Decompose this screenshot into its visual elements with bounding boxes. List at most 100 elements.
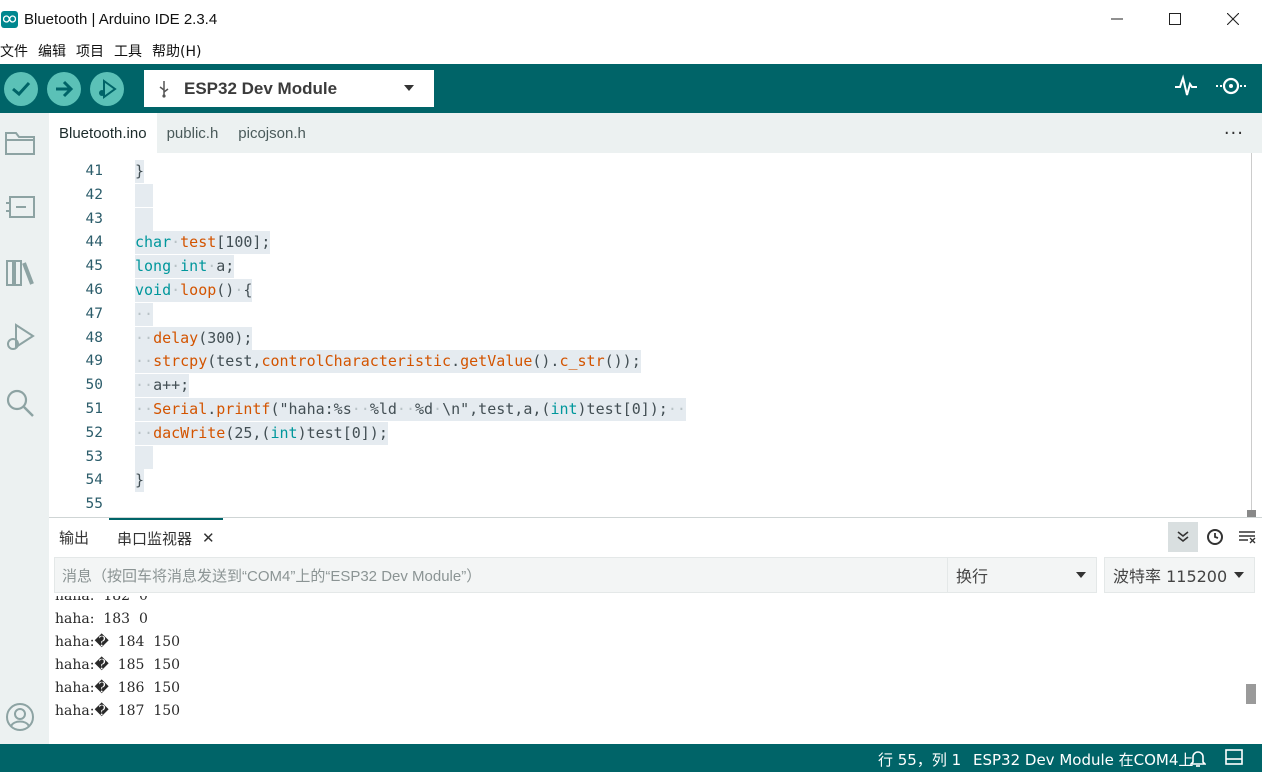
menu-sketch[interactable]: 项目 bbox=[76, 41, 112, 61]
menu-help[interactable]: 帮助(H) bbox=[152, 41, 209, 61]
serial-output-line: haha:� 186 150 bbox=[55, 680, 181, 696]
code-line: ··a++; bbox=[135, 374, 190, 398]
line-number: 47 bbox=[85, 305, 103, 322]
debug-button[interactable] bbox=[90, 71, 124, 106]
tab-serial-monitor-label: 串口监视器 bbox=[117, 529, 193, 548]
menu-bar: 文件 编辑 项目 工具 帮助(H) bbox=[0, 38, 1262, 64]
boards-manager-icon[interactable] bbox=[2, 189, 38, 225]
serial-output-line: haha:� 185 150 bbox=[55, 657, 181, 673]
code-line bbox=[135, 445, 154, 469]
line-number: 55 bbox=[85, 496, 103, 513]
serial-output-line: haha:� 187 150 bbox=[55, 703, 181, 719]
code-line bbox=[135, 183, 154, 207]
code-line: } bbox=[135, 469, 145, 493]
code-line: } bbox=[135, 160, 145, 183]
chevron-down-icon bbox=[404, 85, 414, 91]
editor-scrollbar[interactable] bbox=[1247, 153, 1256, 518]
board-selector[interactable]: ESP32 Dev Module bbox=[144, 70, 434, 107]
menu-file[interactable]: 文件 bbox=[0, 41, 36, 61]
status-bar: 行 55，列 1 ESP32 Dev Module 在COM4上 bbox=[0, 744, 1262, 772]
line-number: 48 bbox=[85, 329, 103, 346]
bottom-panel-tabs: 输出 串口监视器 ✕ bbox=[49, 518, 1262, 556]
verify-button[interactable] bbox=[4, 71, 38, 106]
activity-bar bbox=[0, 113, 49, 744]
title-bar: Bluetooth | Arduino IDE 2.3.4 bbox=[0, 0, 1262, 38]
line-number: 43 bbox=[85, 210, 103, 227]
line-number: 41 bbox=[85, 163, 103, 179]
serial-output-line: haha: 182 0 bbox=[55, 596, 148, 604]
window-title: Bluetooth | Arduino IDE 2.3.4 bbox=[24, 10, 218, 28]
line-number: 44 bbox=[85, 234, 103, 251]
code-editor[interactable]: 40 41 42 43 44 45 46 47 48 49 50 51 52 53 54 55 } char… bbox=[49, 153, 1262, 518]
account-icon[interactable] bbox=[2, 699, 38, 735]
message-row: 消息（按回车将消息发送到“COM4”上的“ESP32 Dev Module”） … bbox=[49, 556, 1262, 596]
code-line: ··strcpy(test,controlCharacteristic.getV… bbox=[135, 350, 641, 374]
sketchbook-folder-icon[interactable] bbox=[2, 125, 38, 161]
serial-plotter-icon[interactable] bbox=[1174, 74, 1198, 98]
code-line: long·int·a; bbox=[135, 255, 235, 279]
code-line: void·loop()·{ bbox=[135, 279, 253, 302]
line-number: 45 bbox=[85, 258, 103, 275]
tab-picojson-h[interactable]: picojson.h bbox=[228, 113, 316, 153]
tab-serial-monitor[interactable]: 串口监视器 ✕ bbox=[109, 518, 223, 556]
line-number: 51 bbox=[85, 401, 103, 417]
board-port-status: ESP32 Dev Module 在COM4上 bbox=[973, 751, 1194, 769]
code-line: char·test[100]; bbox=[135, 231, 271, 255]
serial-output[interactable]: haha: 182 0 haha: 183 0 haha:� 184 150 haha… bbox=[49, 596, 1262, 744]
double-chevron-down-icon bbox=[1177, 531, 1189, 543]
line-number-gutter: 40 41 42 43 44 45 46 47 48 49 50 51 52 53 54 55 bbox=[49, 153, 109, 518]
serial-output-line: haha: 183 0 bbox=[55, 611, 148, 627]
menu-edit[interactable]: 编辑 bbox=[38, 41, 74, 61]
line-number: 53 bbox=[85, 448, 103, 465]
code-line: ··Serial.printf("haha:%s··%ld··%d·\n",te… bbox=[135, 398, 686, 421]
serial-output-line: haha:� 184 150 bbox=[55, 634, 181, 650]
board-name: ESP32 Dev Module bbox=[184, 78, 338, 98]
output-scrollbar-thumb[interactable] bbox=[1246, 684, 1256, 704]
line-number: 50 bbox=[85, 377, 103, 394]
usb-icon bbox=[158, 80, 170, 98]
chevron-down-icon bbox=[1076, 572, 1086, 578]
tab-public-h[interactable]: public.h bbox=[157, 113, 229, 153]
clear-icon bbox=[1239, 531, 1256, 544]
baud-rate-value: 波特率 115200 bbox=[1113, 567, 1228, 586]
close-icon[interactable]: ✕ bbox=[202, 529, 215, 547]
toggle-panel-icon[interactable] bbox=[1225, 749, 1243, 769]
upload-button[interactable] bbox=[47, 71, 81, 106]
clock-icon bbox=[1207, 529, 1223, 545]
message-input[interactable]: 消息（按回车将消息发送到“COM4”上的“ESP32 Dev Module”） bbox=[54, 557, 994, 593]
notification-bell-icon[interactable] bbox=[1189, 749, 1207, 771]
debug-icon bbox=[99, 78, 117, 99]
line-ending-value: 换行 bbox=[956, 567, 989, 586]
minimize-button[interactable] bbox=[1088, 0, 1146, 38]
code-line bbox=[135, 207, 154, 231]
line-number: 46 bbox=[85, 282, 103, 298]
toolbar: ESP32 Dev Module bbox=[0, 64, 1262, 113]
tab-output-label: 输出 bbox=[59, 528, 90, 547]
line-number: 54 bbox=[85, 472, 103, 489]
cursor-position: 行 55，列 1 bbox=[878, 751, 962, 769]
tab-output[interactable]: 输出 bbox=[59, 518, 89, 556]
timestamp-toggle[interactable] bbox=[1200, 522, 1230, 552]
arduino-logo-icon bbox=[1, 10, 18, 28]
more-options-icon[interactable]: ··· bbox=[1224, 123, 1244, 144]
autoscroll-toggle[interactable] bbox=[1168, 522, 1198, 552]
line-number: 49 bbox=[85, 353, 103, 370]
line-number: 40 bbox=[53, 153, 103, 157]
debug-panel-icon[interactable] bbox=[2, 319, 38, 355]
library-manager-icon[interactable] bbox=[2, 254, 38, 290]
baud-rate-select[interactable]: 波特率 115200 bbox=[1104, 557, 1255, 593]
menu-tools[interactable]: 工具 bbox=[114, 41, 150, 61]
arrow-right-icon bbox=[56, 80, 74, 97]
code-line: ·· bbox=[135, 302, 154, 326]
line-number: 42 bbox=[85, 186, 103, 203]
serial-monitor-icon[interactable] bbox=[1216, 74, 1248, 98]
tab-bluetooth-ino[interactable]: Bluetooth.ino bbox=[49, 113, 157, 153]
line-ending-select[interactable]: 换行 bbox=[947, 557, 1097, 593]
clear-output-button[interactable] bbox=[1232, 522, 1262, 552]
close-button[interactable] bbox=[1204, 0, 1262, 38]
search-icon[interactable] bbox=[2, 385, 38, 421]
maximize-button[interactable] bbox=[1146, 0, 1204, 38]
chevron-down-icon bbox=[1234, 572, 1244, 578]
code-line: ··dacWrite(25,(int)test[0]); bbox=[135, 421, 388, 445]
